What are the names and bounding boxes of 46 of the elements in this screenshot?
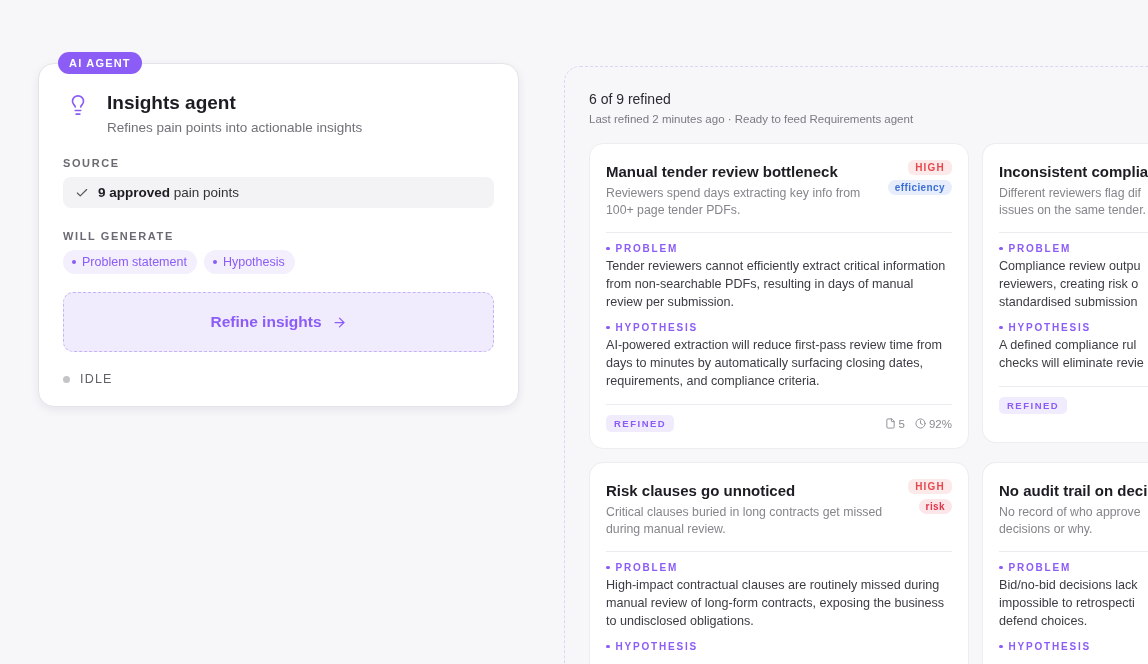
- refined-meta: Last refined 2 minutes ago · Ready to feed Requirements agent: [589, 113, 915, 125]
- section-label: WILL GENERATE: [63, 230, 175, 242]
- card-title: Manual tender review bottleneck: [606, 163, 839, 180]
- agent-badge: AI AGENT: [58, 52, 142, 74]
- arrow-icon: [331, 314, 347, 330]
- card-title: Inconsistent complia: [999, 163, 1148, 180]
- output-chip: Hypothesis: [203, 250, 295, 274]
- problem-text: Bid/no-bid decisions lack impossible to retrospecti defend choices.: [999, 577, 1138, 630]
- section-label: HYPOTHESIS: [606, 322, 698, 333]
- problem-text: Compliance review outpu reviewers, creating risk o standardised submission: [999, 258, 1141, 311]
- section-label: HYPOTHESIS: [999, 322, 1091, 333]
- card-title: No audit trail on deci: [999, 482, 1148, 499]
- refined-count: 6 of 9 refined: [589, 91, 672, 107]
- section-label: PROBLEM: [999, 243, 1072, 254]
- section-label: SOURCE: [63, 157, 121, 169]
- section-label: PROBLEM: [606, 562, 679, 573]
- card-title: Risk clauses go unnoticed: [606, 482, 797, 499]
- section-label: PROBLEM: [606, 243, 679, 254]
- priority-tag: HIGH: [908, 479, 952, 494]
- agent-subtitle: Refines pain points into actionable insights: [107, 120, 363, 135]
- problem-text: Tender reviewers cannot efficiently extract critical information from non-searchable PDFs, resulting in days of manual review per submission.: [606, 258, 947, 311]
- source-text: 9 approved pain points: [98, 185, 240, 200]
- source-count: 5: [884, 417, 905, 430]
- output-chip: Problem statement: [63, 250, 197, 274]
- section-label: HYPOTHESIS: [606, 641, 698, 652]
- status-text: IDLE: [80, 372, 113, 386]
- hypothesis-text: A defined compliance rul checks will eliminate revie: [999, 337, 1144, 372]
- category-tag: risk: [918, 499, 952, 514]
- document-icon: [884, 418, 896, 429]
- clock-icon: [914, 418, 926, 429]
- confidence-score: 92%: [914, 417, 952, 430]
- card-summary: Reviewers spend days extracting key info from 100+ page tender PDFs.: [606, 185, 862, 219]
- problem-text: High-impact contractual clauses are routinely missed during manual review of long-form contracts, exposing the business to undisclosed obligations.: [606, 577, 946, 630]
- agent-title: Insights agent: [107, 92, 237, 114]
- card-summary: No record of who approve decisions or why.: [999, 504, 1141, 538]
- hypothesis-text: AI-powered extraction will reduce first-pass review time from days to minutes by automatically surfacing closing dates, requirements, and compliance criteria.: [606, 337, 943, 390]
- status-dot: [63, 375, 70, 383]
- priority-tag: HIGH: [908, 160, 952, 175]
- refine-button[interactable]: Refine insights: [63, 292, 494, 352]
- card-summary: Critical clauses buried in long contracts get missed during manual review.: [606, 504, 884, 538]
- section-label: PROBLEM: [999, 562, 1072, 573]
- card-summary: Different reviewers flag dif issues on the same tender.: [999, 185, 1146, 219]
- status-tag: REFINED: [999, 397, 1068, 414]
- section-label: HYPOTHESIS: [999, 641, 1091, 652]
- status-tag: REFINED: [606, 415, 675, 432]
- category-tag: efficiency: [887, 180, 952, 195]
